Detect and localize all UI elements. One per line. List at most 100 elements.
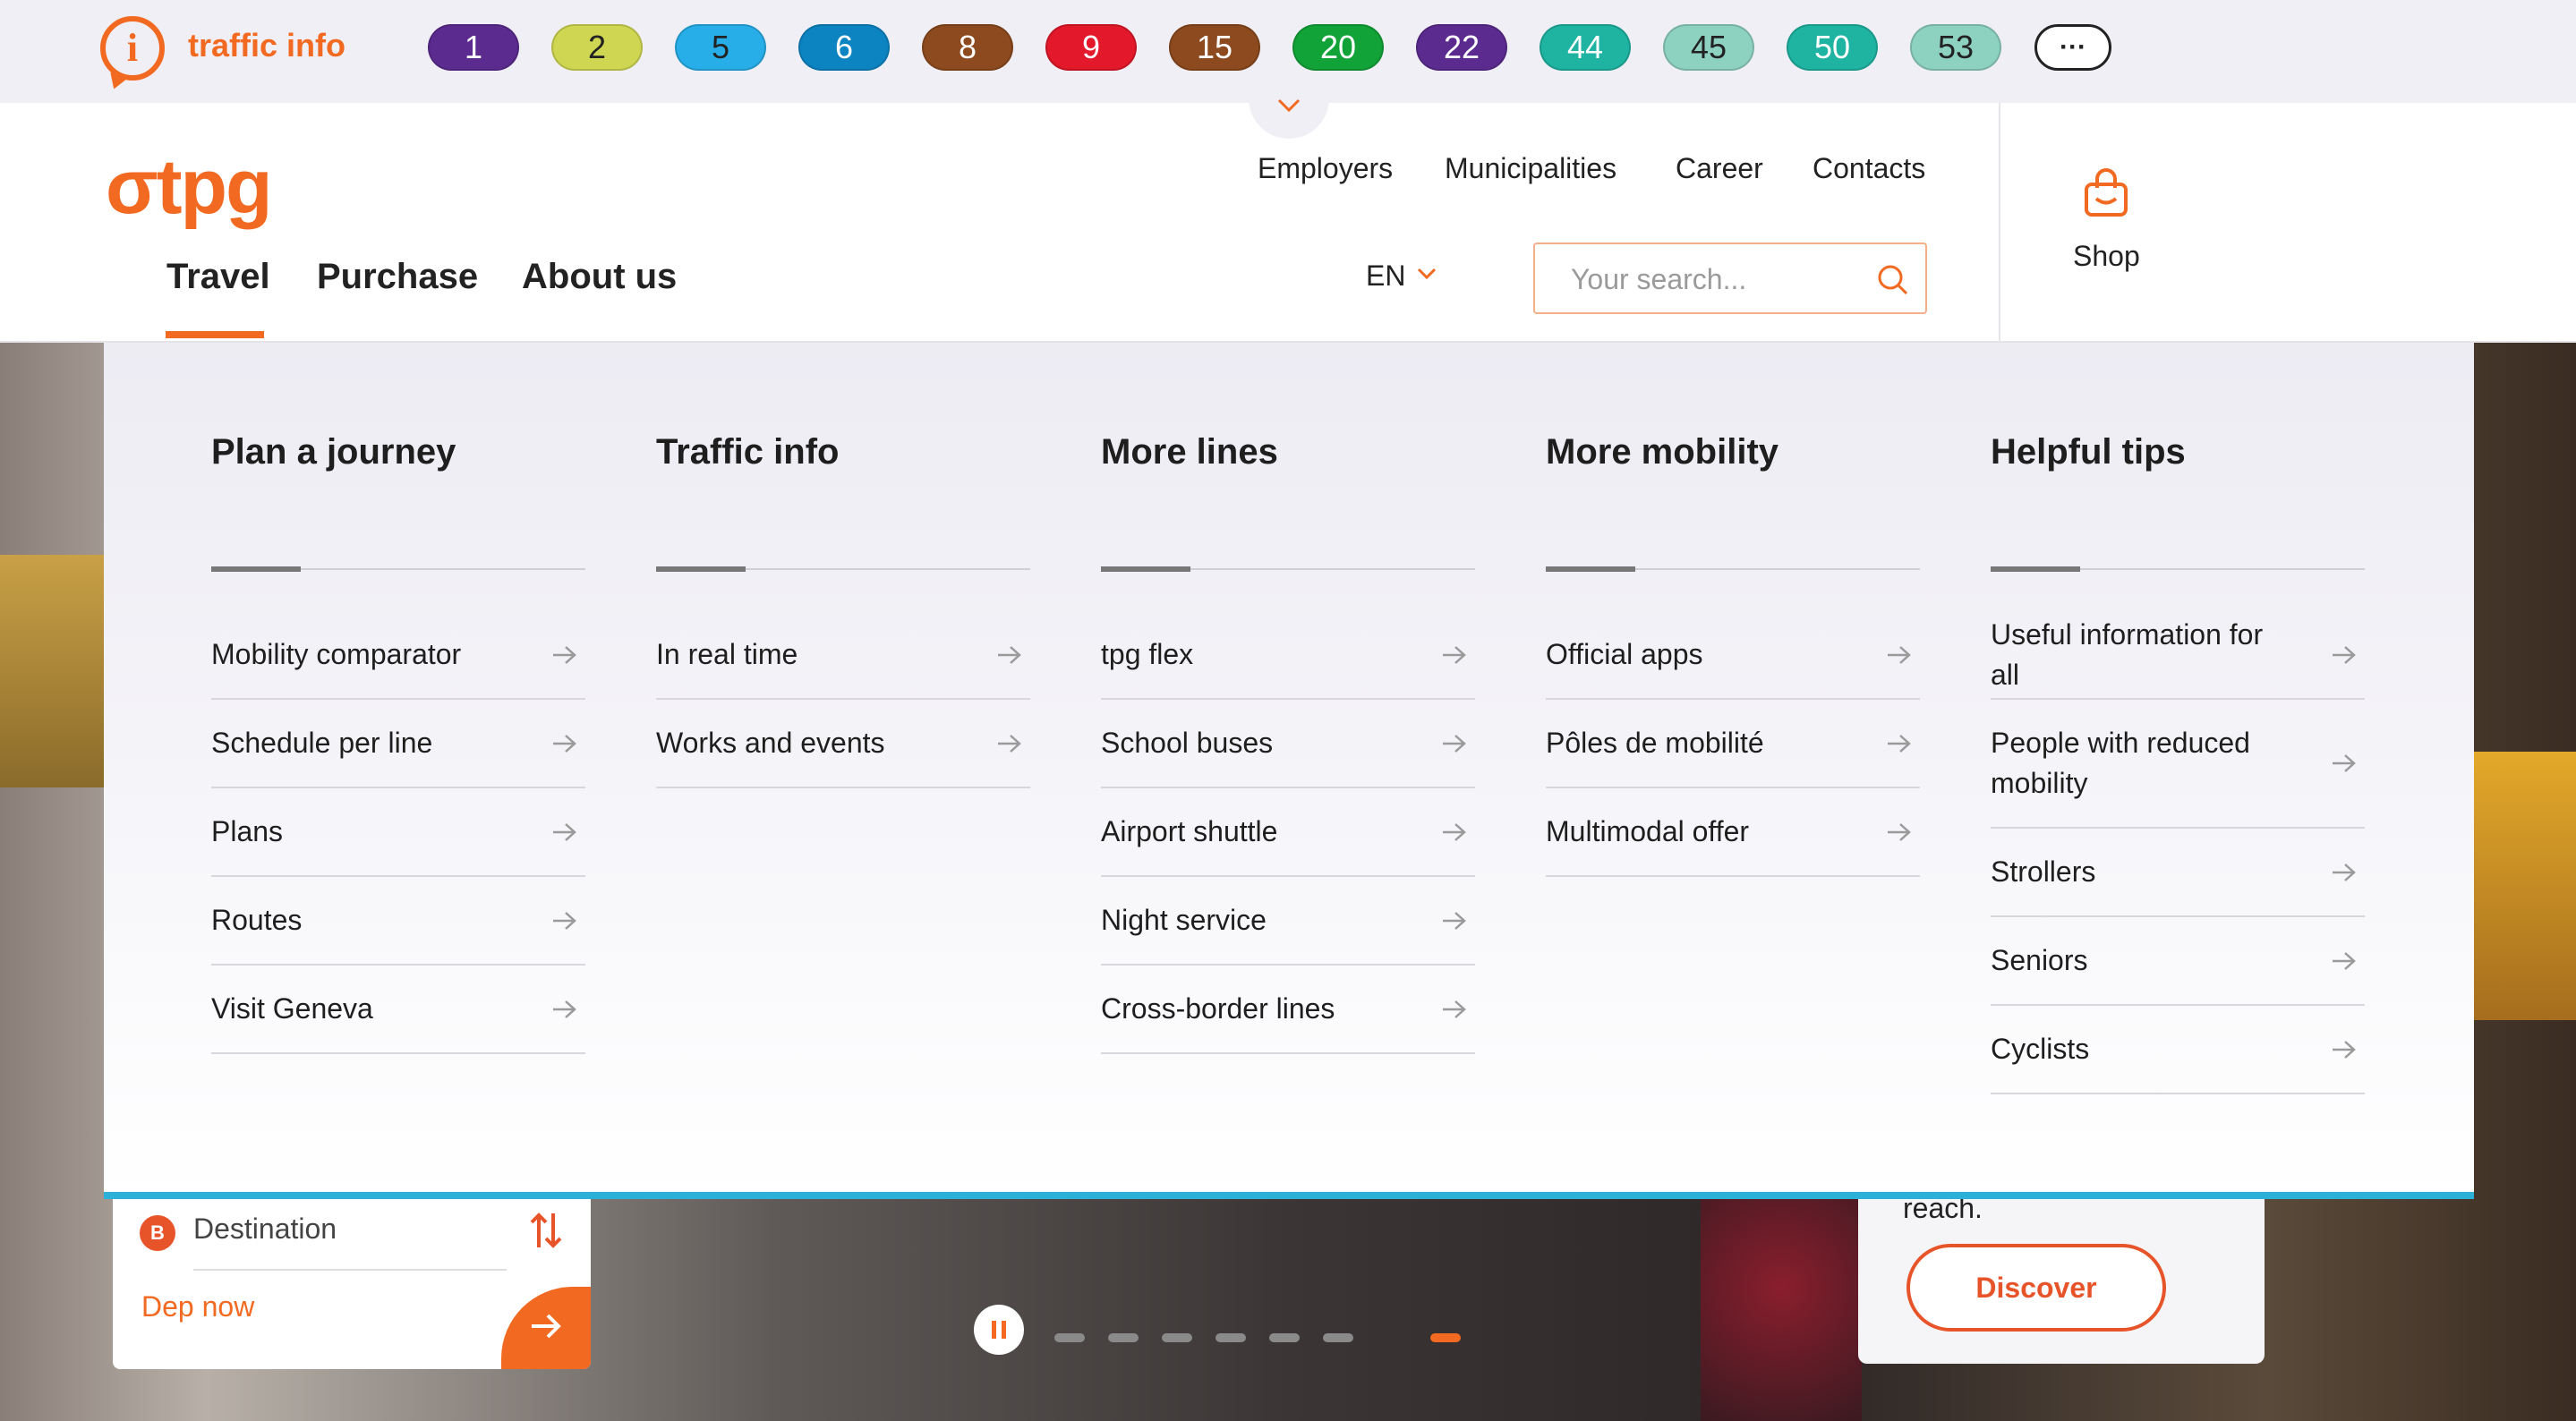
menu-item-label: Schedule per line bbox=[211, 727, 433, 759]
discover-button[interactable]: Discover bbox=[1906, 1244, 2166, 1332]
site-header bbox=[0, 103, 2576, 343]
menu-item-label: Official apps bbox=[1546, 638, 1703, 670]
menu-item-label: tpg flex bbox=[1101, 638, 1194, 670]
nav-purchase[interactable]: Purchase bbox=[317, 257, 478, 297]
menu-item-seniors[interactable]: Seniors bbox=[1991, 917, 2365, 1006]
line-53-badge[interactable]: 53 bbox=[1910, 24, 2001, 71]
menu-item-label: Multimodal offer bbox=[1546, 815, 1750, 847]
search-icon[interactable] bbox=[1875, 262, 1911, 298]
line-22-badge[interactable]: 22 bbox=[1416, 24, 1507, 71]
arrow-right-icon bbox=[998, 645, 1021, 664]
menu-item-poles-de-mobilite[interactable]: Pôles de mobilité bbox=[1546, 700, 1920, 788]
line-8-badge[interactable]: 8 bbox=[922, 24, 1013, 71]
carousel-dot[interactable] bbox=[1269, 1333, 1300, 1342]
menu-column-title-helpful-tips: Helpful tips bbox=[1991, 432, 2186, 472]
line-44-badge[interactable]: 44 bbox=[1540, 24, 1631, 71]
menu-item-visit-geneva[interactable]: Visit Geneva bbox=[211, 966, 585, 1054]
menu-column-title-more-lines: More lines bbox=[1101, 432, 1278, 472]
header-divider bbox=[1999, 103, 2000, 343]
arrow-right-icon bbox=[2333, 645, 2356, 664]
menu-item-label: People with reduced mobility bbox=[1991, 727, 2250, 799]
search-box[interactable] bbox=[1533, 243, 1927, 314]
arrow-right-icon bbox=[1443, 1000, 1466, 1018]
menu-item-useful-information-for-all[interactable]: Useful information for all bbox=[1991, 611, 2365, 700]
carousel-dot[interactable] bbox=[1108, 1333, 1139, 1342]
more-lines-button[interactable]: ··· bbox=[2034, 24, 2111, 71]
language-selector[interactable]: EN bbox=[1366, 260, 1405, 293]
nav-about-us[interactable]: About us bbox=[522, 257, 677, 297]
chevron-down-icon bbox=[1417, 268, 1437, 280]
active-nav-indicator bbox=[166, 331, 264, 338]
chevron-down-icon bbox=[1277, 98, 1301, 113]
hero-card: reach. Discover bbox=[1858, 1192, 2265, 1364]
search-journey-button[interactable] bbox=[501, 1287, 591, 1369]
menu-item-cyclists[interactable]: Cyclists bbox=[1991, 1006, 2365, 1094]
divider-accent bbox=[656, 566, 746, 572]
arrow-right-icon bbox=[1443, 645, 1466, 664]
menu-item-schedule-per-line[interactable]: Schedule per line bbox=[211, 700, 585, 788]
nav-career[interactable]: Career bbox=[1676, 152, 1763, 185]
traffic-info-link[interactable]: traffic info bbox=[188, 27, 345, 64]
menu-item-works-and-events[interactable]: Works and events bbox=[656, 700, 1030, 788]
line-50-badge[interactable]: 50 bbox=[1787, 24, 1878, 71]
swap-icon[interactable] bbox=[526, 1210, 566, 1251]
line-45-badge[interactable]: 45 bbox=[1663, 24, 1754, 71]
menu-item-mobility-comparator[interactable]: Mobility comparator bbox=[211, 611, 585, 700]
shopping-bag-icon[interactable] bbox=[2082, 166, 2130, 218]
carousel-dot[interactable] bbox=[1162, 1333, 1192, 1342]
arrow-right-icon bbox=[553, 734, 576, 753]
arrow-right-icon bbox=[1888, 822, 1911, 841]
line-20-badge[interactable]: 20 bbox=[1292, 24, 1384, 71]
divider-accent bbox=[211, 566, 301, 572]
line-5-badge[interactable]: 5 bbox=[675, 24, 766, 71]
search-input[interactable] bbox=[1571, 262, 1857, 296]
menu-item-tpg-flex[interactable]: tpg flex bbox=[1101, 611, 1475, 700]
shop-link[interactable]: Shop bbox=[2073, 240, 2140, 273]
travel-mega-menu: Plan a journey Mobility comparator Schedul… bbox=[104, 343, 2474, 1197]
menu-item-label: Plans bbox=[211, 815, 284, 847]
menu-item-routes[interactable]: Routes bbox=[211, 877, 585, 966]
arrow-right-icon bbox=[553, 1000, 576, 1018]
divider-accent bbox=[1546, 566, 1635, 572]
line-1-badge[interactable]: 1 bbox=[428, 24, 519, 71]
tpg-logo[interactable]: σtpg bbox=[106, 143, 273, 232]
carousel-pause-button[interactable] bbox=[974, 1305, 1024, 1355]
line-9-badge[interactable]: 9 bbox=[1045, 24, 1137, 71]
nav-municipalities[interactable]: Municipalities bbox=[1445, 152, 1616, 185]
line-2-badge[interactable]: 2 bbox=[551, 24, 643, 71]
nav-travel[interactable]: Travel bbox=[166, 257, 270, 297]
menu-item-strollers[interactable]: Strollers bbox=[1991, 829, 2365, 917]
arrow-right-icon bbox=[1443, 734, 1466, 753]
menu-item-label: School buses bbox=[1101, 727, 1274, 759]
mega-menu-bottom-border bbox=[104, 1192, 2474, 1199]
menu-item-cross-border-lines[interactable]: Cross-border lines bbox=[1101, 966, 1475, 1054]
carousel-dot[interactable] bbox=[1215, 1333, 1246, 1342]
menu-item-night-service[interactable]: Night service bbox=[1101, 877, 1475, 966]
menu-item-airport-shuttle[interactable]: Airport shuttle bbox=[1101, 788, 1475, 877]
carousel-dot[interactable] bbox=[1430, 1333, 1461, 1342]
menu-item-label: Cyclists bbox=[1991, 1033, 2090, 1065]
menu-item-people-with-reduced-mobility[interactable]: People with reduced mobility bbox=[1991, 700, 2365, 829]
menu-item-school-buses[interactable]: School buses bbox=[1101, 700, 1475, 788]
nav-contacts[interactable]: Contacts bbox=[1813, 152, 1925, 185]
departure-time-selector[interactable]: Dep now bbox=[141, 1290, 254, 1323]
menu-item-official-apps[interactable]: Official apps bbox=[1546, 611, 1920, 700]
menu-item-plans[interactable]: Plans bbox=[211, 788, 585, 877]
line-15-badge[interactable]: 15 bbox=[1169, 24, 1260, 71]
hero-image-detail bbox=[1701, 1199, 1862, 1421]
menu-column-title-plan-a-journey: Plan a journey bbox=[211, 432, 456, 472]
arrow-right-icon bbox=[2333, 863, 2356, 881]
hero-image-detail bbox=[2470, 752, 2576, 1020]
line-6-badge[interactable]: 6 bbox=[798, 24, 890, 71]
journey-planner-widget: B Destination Dep now bbox=[113, 1197, 591, 1369]
carousel-dot[interactable] bbox=[1054, 1333, 1085, 1342]
nav-employers[interactable]: Employers bbox=[1258, 152, 1393, 185]
menu-item-label: Mobility comparator bbox=[211, 638, 462, 670]
destination-field[interactable]: Destination bbox=[193, 1213, 337, 1246]
menu-item-in-real-time[interactable]: In real time bbox=[656, 611, 1030, 700]
carousel-dot[interactable] bbox=[1323, 1333, 1353, 1342]
hero-image-detail bbox=[0, 555, 107, 787]
menu-item-multimodal-offer[interactable]: Multimodal offer bbox=[1546, 788, 1920, 877]
menu-item-label: Useful information for all bbox=[1991, 617, 2264, 691]
info-icon[interactable]: i bbox=[100, 16, 165, 81]
